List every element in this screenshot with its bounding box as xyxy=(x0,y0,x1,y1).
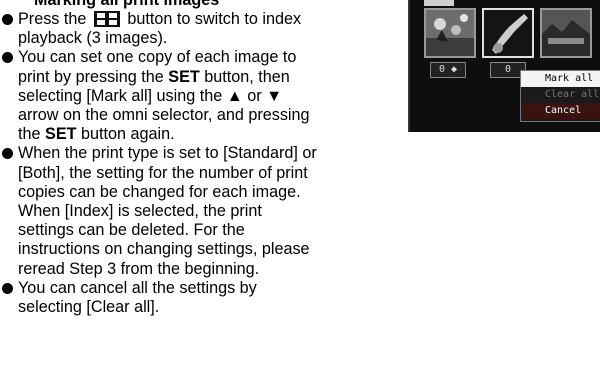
text-segment: arrow on the omni selector, and pressing xyxy=(18,106,310,125)
text-segment: When the print type is set to [Standard]… xyxy=(18,144,317,163)
text-segment: print by pressing the xyxy=(18,67,169,86)
text-line: reread Step 3 from the beginning. xyxy=(18,260,398,279)
bullet-dot xyxy=(2,14,13,25)
text-line: selecting [Mark all] using the ▲ or ▼ xyxy=(18,87,398,106)
print-mark-menu: Mark all Clear all Cancel xyxy=(520,70,600,122)
text-line: [Both], the setting for the number of pr… xyxy=(18,164,398,183)
bullet-item: You can set one copy of each image to pri… xyxy=(0,48,398,144)
text-segment: copies can be changed for each image. xyxy=(18,182,301,201)
text-line: You can cancel all the settings by xyxy=(18,279,398,298)
text-segment: selecting [Mark all] using the ▲ or ▼ xyxy=(18,86,283,105)
text-line: When the print type is set to [Standard]… xyxy=(18,144,398,163)
bullet-item: Press the button to switch to index playb… xyxy=(0,10,398,48)
text-segment: button to switch to index xyxy=(122,10,302,28)
text-segment: selecting [Clear all]. xyxy=(18,298,160,317)
text-line: settings can be deleted. For the xyxy=(18,221,398,240)
index-playback-icon xyxy=(93,11,120,27)
text-segment: button, then xyxy=(199,67,290,86)
camera-lcd-screenshot: 0 ◆ 0 Mark all Clear all Cancel xyxy=(408,0,600,132)
thumbnail-saxophone xyxy=(482,8,534,58)
text-line: the SET button again. xyxy=(18,125,398,144)
text-line: arrow on the omni selector, and pressing xyxy=(18,106,398,125)
menu-item-mark-all[interactable]: Mark all xyxy=(521,71,600,87)
text-segment: You can cancel all the settings by xyxy=(18,278,257,297)
bullet-dot xyxy=(2,52,13,64)
text-line: You can set one copy of each image to xyxy=(18,48,398,67)
section-heading: Marking all print images xyxy=(34,0,220,9)
text-segment: playback (3 images). xyxy=(18,29,168,48)
text-segment: the xyxy=(18,125,46,144)
menu-item-clear-all[interactable]: Clear all xyxy=(521,87,600,103)
text-segment: instructions on changing settings, pleas… xyxy=(18,240,310,259)
text-segment: button again. xyxy=(76,125,175,144)
text-segment: You can set one copy of each image to xyxy=(18,48,297,67)
bullet-item: You can cancel all the settings by select… xyxy=(0,279,398,317)
text-segment: When [Index] is selected, the print xyxy=(18,202,262,221)
bullet-list: Press the button to switch to index playb… xyxy=(0,10,398,317)
instructions-column: Marking all print images Press the butto… xyxy=(0,0,398,317)
bullet-dot xyxy=(2,282,13,294)
text-line: print by pressing the SET button, then xyxy=(18,68,398,87)
bullet-item: When the print type is set to [Standard]… xyxy=(0,144,398,278)
text-line: selecting [Clear all]. xyxy=(18,298,398,317)
text-line: playback (3 images). xyxy=(18,29,398,48)
bullet-dot xyxy=(2,148,13,160)
text-segment: Press the xyxy=(18,10,91,28)
copy-count-stepper-1[interactable]: 0 ◆ xyxy=(430,62,466,78)
thumbnail-landscape xyxy=(540,8,592,58)
text-line: copies can be changed for each image. xyxy=(18,183,398,202)
bold-text: SET xyxy=(168,67,200,86)
text-segment: reread Step 3 from the beginning. xyxy=(18,259,260,278)
thumbnail-flowers xyxy=(424,8,476,58)
bold-text: SET xyxy=(45,125,77,144)
text-line: Press the button to switch to index xyxy=(18,10,398,29)
menu-item-cancel[interactable]: Cancel xyxy=(521,103,600,119)
text-segment: [Both], the setting for the number of pr… xyxy=(18,163,308,182)
text-line: When [Index] is selected, the print xyxy=(18,202,398,221)
status-bar xyxy=(424,0,454,6)
text-segment: settings can be deleted. For the xyxy=(18,221,245,240)
text-line: instructions on changing settings, pleas… xyxy=(18,240,398,259)
